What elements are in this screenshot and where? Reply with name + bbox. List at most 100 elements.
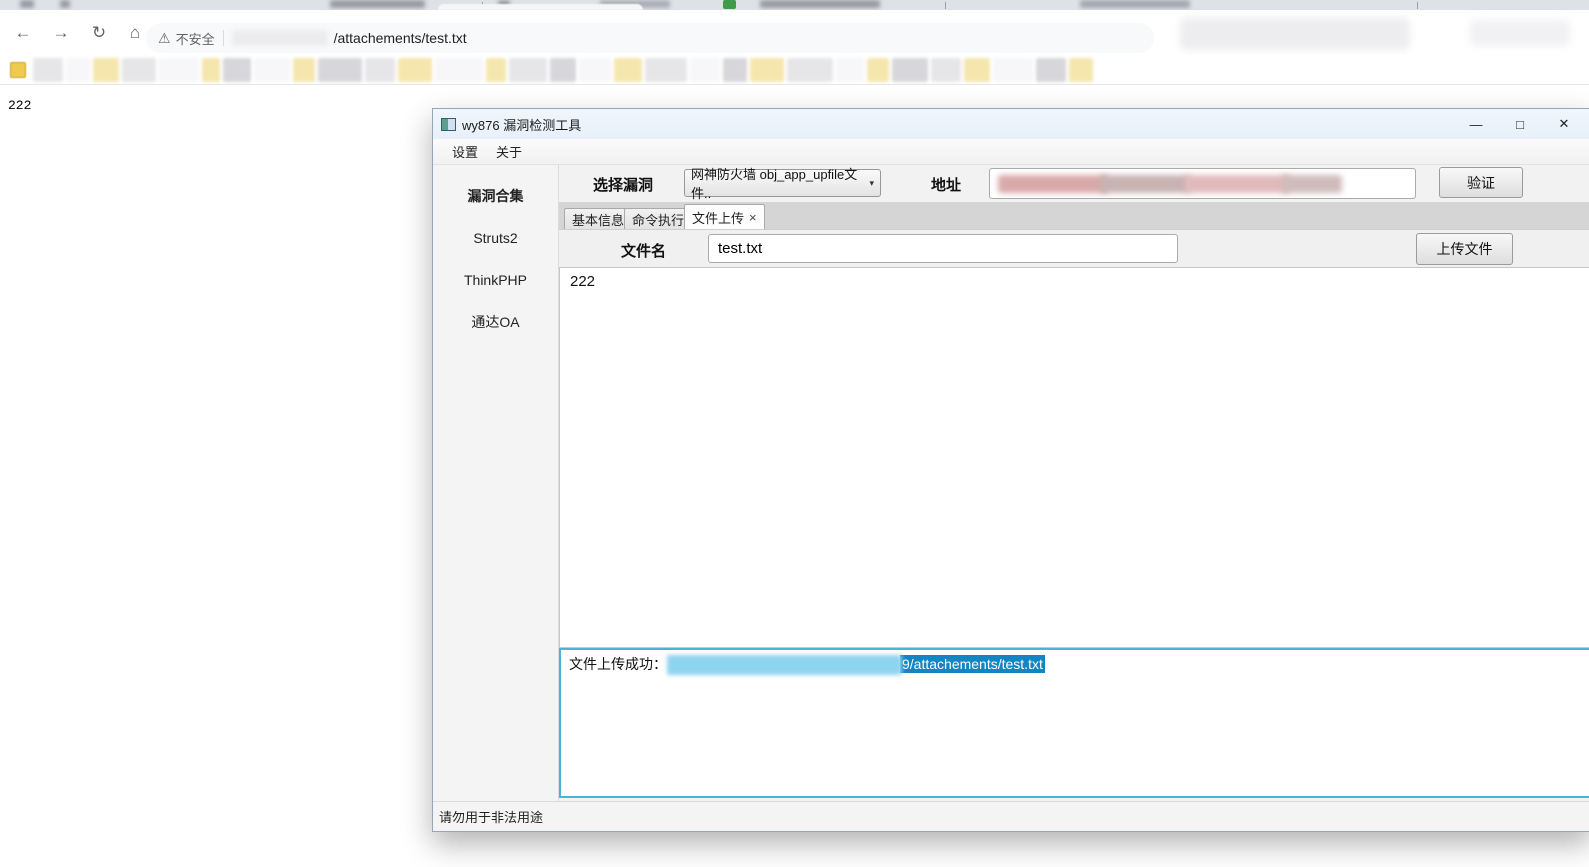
screen: ← → ↻ ⌂ ⚠ 不安全 /attachements/test.txt (0, 0, 1589, 867)
tab-bar: 基本信息 命令执行 文件上传 × (559, 202, 1589, 229)
redacted-bookmark (1069, 58, 1093, 82)
redacted-bookmark (614, 58, 642, 82)
redacted-bookmark (931, 58, 961, 82)
redacted-bookmark (66, 58, 90, 82)
redacted-bookmark (550, 58, 576, 82)
address-label: 地址 (931, 174, 961, 195)
app-titlebar[interactable]: wy876 漏洞检测工具 — □ ✕ (433, 109, 1589, 139)
not-secure-warning-icon: ⚠ (158, 30, 171, 47)
upload-file-button[interactable]: 上传文件 (1416, 233, 1513, 265)
vuln-selected-value: 网神防火墙 obj_app_upfile文件.. (691, 164, 865, 202)
tab-favicon-fragment (60, 0, 70, 8)
tab-favicon-fragment (20, 0, 34, 8)
forward-icon[interactable]: → (46, 18, 76, 48)
redacted-bookmark (690, 58, 720, 82)
redacted-bookmark (645, 58, 687, 82)
menu-settings[interactable]: 设置 (443, 139, 487, 164)
app-body: 漏洞合集 Struts2 ThinkPHP 通达OA 选择漏洞 网神防火墙 ob… (433, 165, 1589, 801)
sidebar-item-struts2[interactable]: Struts2 (433, 217, 558, 259)
redacted-bookmark (33, 58, 63, 82)
verify-button[interactable]: 验证 (1439, 167, 1523, 198)
redacted-bookmark (254, 58, 290, 82)
redacted-bookmark (318, 58, 362, 82)
redacted-bookmark (836, 58, 864, 82)
minimize-button[interactable]: — (1454, 112, 1498, 136)
redacted-bookmark (892, 58, 928, 82)
tab-label: 基本信息 (572, 210, 624, 229)
redacted-bookmark (579, 58, 611, 82)
browser-tab-strip[interactable] (0, 0, 1589, 10)
tab-label: 命令执行 (632, 210, 684, 229)
address-bar[interactable]: ⚠ 不安全 /attachements/test.txt (146, 23, 1154, 53)
app-statusbar: 请勿用于非法用途 (433, 801, 1589, 831)
redacted-tab-title (1080, 0, 1190, 8)
redacted-bookmark (398, 58, 432, 82)
sidebar-item-tongda-oa[interactable]: 通达OA (433, 301, 558, 343)
result-textarea[interactable]: 文件上传成功： 9/attachements/test.txt (559, 648, 1589, 798)
app-window-title: wy876 漏洞检测工具 (462, 115, 581, 134)
vuln-toolbar-row: 选择漏洞 网神防火墙 obj_app_upfile文件.. ▾ 地址 验证 (559, 165, 1589, 202)
redacted-bookmark (159, 58, 199, 82)
filename-input[interactable] (708, 234, 1178, 263)
reload-icon[interactable]: ↻ (84, 18, 114, 48)
redacted-bookmark (750, 58, 784, 82)
redacted-tab-title (330, 0, 425, 8)
upload-success-text: 文件上传成功： (569, 656, 667, 672)
app-content: 选择漏洞 网神防火墙 obj_app_upfile文件.. ▾ 地址 验证 (559, 165, 1589, 801)
redacted-bookmark (867, 58, 889, 82)
menu-about[interactable]: 关于 (487, 139, 531, 164)
tab-separator (945, 2, 946, 9)
redacted-bookmark (435, 58, 483, 82)
green-favicon (723, 0, 736, 9)
filename-label: 文件名 (621, 240, 666, 261)
redacted-bookmark (509, 58, 547, 82)
app-menubar: 设置 关于 (433, 139, 1589, 165)
redacted-bookmark (964, 58, 990, 82)
home-icon[interactable]: ⌂ (120, 18, 150, 48)
close-button[interactable]: ✕ (1542, 112, 1586, 136)
app-icon (441, 118, 456, 131)
redacted-bookmark (93, 58, 119, 82)
redacted-bookmark (223, 58, 251, 82)
sidebar-item-thinkphp[interactable]: ThinkPHP (433, 259, 558, 301)
address-separator (223, 30, 224, 46)
redacted-url-host (232, 30, 328, 46)
selected-url-tail: 9/attachements/test.txt (900, 655, 1045, 673)
not-secure-label: 不安全 (176, 29, 215, 48)
target-address-input[interactable] (989, 168, 1416, 199)
tab-command-exec[interactable]: 命令执行 (624, 208, 692, 229)
bookmarks-bar[interactable] (0, 55, 1589, 85)
redacted-extensions-area (1180, 18, 1410, 50)
tab-basic-info[interactable]: 基本信息 (564, 208, 632, 229)
redacted-address (1100, 175, 1190, 193)
tab-close-icon[interactable]: × (749, 210, 757, 225)
url-path-text: /attachements/test.txt (334, 30, 467, 46)
status-message: 请勿用于非法用途 (439, 807, 543, 826)
app-sidebar: 漏洞合集 Struts2 ThinkPHP 通达OA (433, 165, 559, 801)
maximize-button[interactable]: □ (1498, 112, 1542, 136)
back-icon[interactable]: ← (8, 18, 38, 48)
redacted-address (1185, 175, 1290, 193)
redacted-bookmark (365, 58, 395, 82)
upload-content-textarea[interactable]: 222 (559, 267, 1589, 648)
redacted-bookmark (787, 58, 833, 82)
vuln-select-dropdown[interactable]: 网神防火墙 obj_app_upfile文件.. ▾ (684, 169, 881, 197)
tab-file-upload[interactable]: 文件上传 × (684, 204, 765, 229)
redacted-bookmark (486, 58, 506, 82)
select-vuln-label: 选择漏洞 (593, 174, 653, 195)
redacted-bookmark (293, 58, 315, 82)
sidebar-item-vuln-collection[interactable]: 漏洞合集 (433, 175, 558, 217)
page-body-text: 222 (8, 98, 31, 113)
redacted-bookmark (993, 58, 1033, 82)
browser-toolbar: ← → ↻ ⌂ ⚠ 不安全 /attachements/test.txt (0, 10, 1589, 55)
chevron-down-icon: ▾ (869, 178, 874, 189)
redacted-bookmark (723, 58, 747, 82)
redacted-address (1282, 175, 1342, 193)
redacted-selected-url (667, 655, 902, 675)
redacted-address (998, 175, 1108, 193)
window-controls: — □ ✕ (1454, 112, 1586, 136)
redacted-bookmark (1036, 58, 1066, 82)
filename-row: 文件名 上传文件 (559, 229, 1589, 267)
tab-label: 文件上传 (692, 208, 744, 227)
redacted-tab-title (760, 0, 880, 8)
